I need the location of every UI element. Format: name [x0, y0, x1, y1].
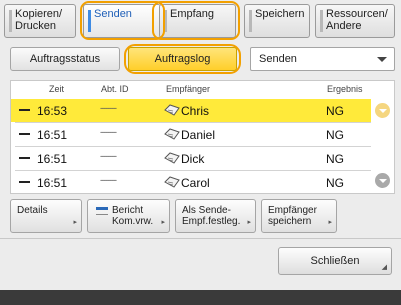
tab-speichern[interactable]: Speichern	[244, 4, 310, 38]
minus-icon	[19, 181, 30, 183]
row-abt-id: --------	[100, 151, 117, 161]
row-recipient: Chris	[181, 104, 210, 118]
dropdown-value: Senden	[259, 53, 297, 65]
scroll-down-button[interactable]	[375, 173, 390, 188]
als-sende-empf-festleg-button[interactable]: Als Sende- Empf.festleg. ▸	[175, 199, 256, 233]
job-log-panel: Kopieren/ Drucken Senden Empfang Speiche…	[0, 0, 401, 290]
tab-indicator	[164, 10, 167, 32]
tab-ressourcen-andere[interactable]: Ressourcen/ Andere	[315, 4, 395, 38]
table-scrollbar[interactable]	[372, 97, 394, 193]
row-recipient: Daniel	[181, 128, 216, 142]
button-label: Als Sende- Empf.festleg.	[182, 205, 241, 227]
action-buttons: Details ▸ Bericht Kom.vrw. ▸ Als Sende- …	[10, 199, 395, 235]
corner-mark-icon: ▸	[247, 219, 251, 226]
tab-label: Empfang	[170, 8, 215, 20]
scroll-up-button[interactable]	[375, 103, 390, 118]
row-abt-id: --------	[100, 175, 117, 185]
address-card-icon	[164, 104, 180, 116]
row-time: 16:53	[37, 104, 68, 118]
header-ergebnis: Ergebnis	[327, 84, 363, 94]
header-zeit: Zeit	[49, 84, 65, 94]
address-card-icon	[164, 152, 180, 164]
corner-mark-icon: ▸	[161, 219, 165, 226]
log-subtabs: Auftragsstatus Auftragslog Senden	[10, 44, 395, 74]
tab-indicator	[320, 10, 323, 32]
header-abt-id: Abt. ID	[101, 84, 129, 94]
row-result: NG	[326, 104, 344, 118]
job-log-table: Zeit Abt. ID Empfänger Ergebnis 16:53 --…	[10, 80, 395, 194]
address-card-icon	[164, 128, 180, 140]
row-time: 16:51	[37, 128, 68, 142]
tab-senden[interactable]: Senden	[83, 4, 161, 38]
report-icon	[96, 207, 108, 215]
tab-indicator	[9, 10, 12, 32]
tab-auftragsstatus[interactable]: Auftragsstatus	[10, 47, 120, 71]
tab-label: Speichern	[255, 8, 305, 20]
minus-icon	[19, 157, 30, 159]
tab-label: Senden	[94, 8, 132, 20]
table-row[interactable]: 16:53 -------- Chris NG	[11, 99, 371, 122]
row-recipient: Dick	[181, 152, 205, 166]
tab-label: Kopieren/ Drucken	[15, 8, 63, 32]
row-result: NG	[326, 176, 344, 190]
row-abt-id: --------	[100, 127, 117, 137]
log-type-dropdown[interactable]: Senden	[250, 47, 395, 71]
button-label: Details	[17, 205, 48, 216]
bericht-kom-vrw-button[interactable]: Bericht Kom.vrw. ▸	[87, 199, 170, 233]
close-button[interactable]: Schließen ◢	[278, 247, 392, 275]
details-button[interactable]: Details ▸	[10, 199, 82, 233]
table-row[interactable]: 16:51 -------- Carol NG	[11, 171, 371, 194]
tab-indicator	[88, 10, 91, 32]
row-time: 16:51	[37, 152, 68, 166]
tab-label: Ressourcen/ Andere	[326, 8, 388, 32]
footer-divider	[0, 238, 401, 239]
header-empfaenger: Empfänger	[166, 84, 211, 94]
row-result: NG	[326, 128, 344, 142]
tab-indicator	[249, 10, 252, 32]
chevron-down-icon	[377, 57, 387, 62]
row-recipient: Carol	[181, 176, 210, 190]
address-card-icon	[164, 176, 180, 188]
minus-icon	[19, 109, 30, 111]
corner-mark-icon: ◢	[381, 264, 387, 271]
tab-auftragslog[interactable]: Auftragslog	[128, 47, 237, 71]
row-time: 16:51	[37, 176, 68, 190]
button-label: Empfänger speichern	[268, 205, 317, 227]
empfaenger-speichern-button[interactable]: Empfänger speichern ▸	[261, 199, 337, 233]
minus-icon	[19, 133, 30, 135]
table-header: Zeit Abt. ID Empfänger Ergebnis	[11, 81, 394, 97]
tab-kopieren-drucken[interactable]: Kopieren/ Drucken	[4, 4, 76, 38]
function-tabs: Kopieren/ Drucken Senden Empfang Speiche…	[4, 1, 398, 42]
row-result: NG	[326, 152, 344, 166]
table-row[interactable]: 16:51 -------- Daniel NG	[11, 123, 371, 146]
row-abt-id: --------	[100, 103, 117, 113]
corner-mark-icon: ▸	[328, 219, 332, 226]
tab-empfang[interactable]: Empfang	[159, 4, 236, 38]
button-label: Schließen	[310, 255, 360, 267]
button-label: Bericht Kom.vrw.	[112, 205, 154, 227]
table-row[interactable]: 16:51 -------- Dick NG	[11, 147, 371, 170]
status-bar	[0, 290, 401, 305]
corner-mark-icon: ▸	[73, 219, 77, 226]
